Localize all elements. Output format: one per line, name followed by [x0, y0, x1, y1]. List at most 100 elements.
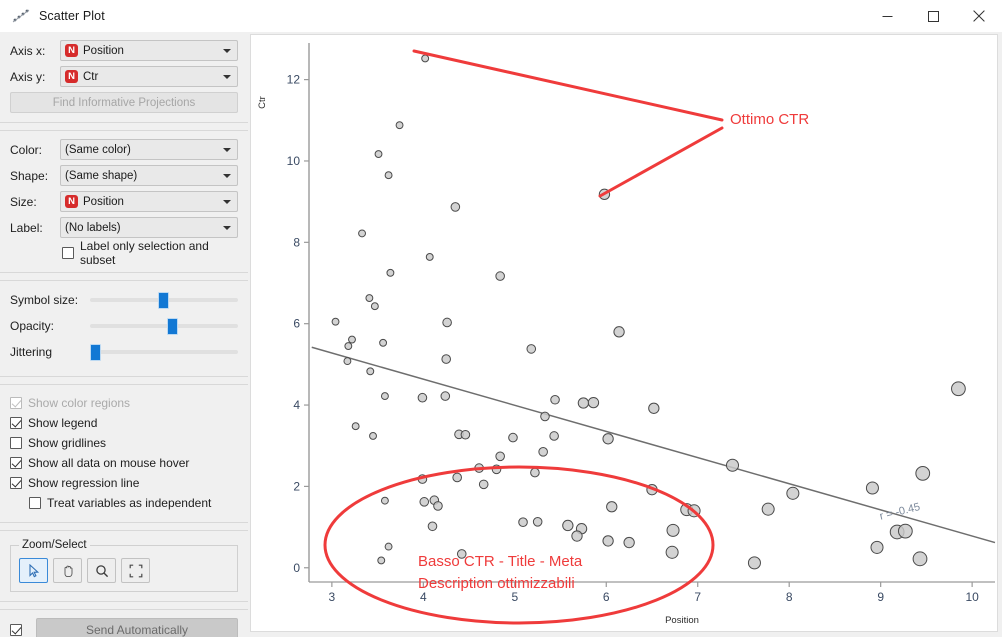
- label-only-selection-row[interactable]: Label only selection and subset: [10, 239, 238, 267]
- slider-knob[interactable]: [166, 318, 178, 335]
- data-point[interactable]: [602, 433, 614, 445]
- select-tool-button[interactable]: [19, 558, 48, 583]
- show-all-data-checkbox[interactable]: [10, 456, 22, 469]
- data-point[interactable]: [384, 542, 393, 551]
- close-button[interactable]: [956, 0, 1002, 32]
- treat-variables-independent-checkbox[interactable]: [29, 496, 41, 509]
- data-point[interactable]: [395, 121, 404, 130]
- data-point[interactable]: [377, 556, 386, 565]
- data-point[interactable]: [549, 431, 559, 441]
- data-point[interactable]: [369, 432, 377, 440]
- data-point[interactable]: [865, 481, 879, 495]
- data-point[interactable]: [562, 519, 574, 532]
- data-point[interactable]: [478, 479, 489, 490]
- data-point[interactable]: [606, 501, 618, 513]
- data-point[interactable]: [665, 545, 679, 559]
- option-treat-variables-as-independent[interactable]: Treat variables as independent: [10, 493, 238, 512]
- data-point[interactable]: [538, 447, 548, 457]
- data-point[interactable]: [366, 367, 375, 376]
- data-point[interactable]: [912, 551, 928, 567]
- data-point[interactable]: [587, 396, 600, 409]
- pan-tool-button[interactable]: [53, 558, 82, 583]
- color-combo[interactable]: (Same color): [60, 139, 238, 160]
- data-point[interactable]: [747, 556, 761, 570]
- data-point[interactable]: [602, 535, 614, 547]
- option-show-gridlines[interactable]: Show gridlines: [10, 433, 238, 452]
- zoom-tool-button[interactable]: [87, 558, 116, 583]
- data-point[interactable]: [725, 458, 740, 472]
- data-point[interactable]: [380, 392, 389, 401]
- label-combo[interactable]: (No labels): [60, 217, 238, 238]
- data-point[interactable]: [532, 516, 543, 527]
- data-point[interactable]: [433, 501, 443, 511]
- data-point[interactable]: [870, 540, 884, 554]
- data-point[interactable]: [530, 467, 540, 478]
- minimize-button[interactable]: [864, 0, 910, 32]
- data-point[interactable]: [648, 402, 660, 414]
- data-point[interactable]: [450, 202, 461, 212]
- data-point[interactable]: [425, 253, 434, 261]
- data-point[interactable]: [344, 342, 353, 351]
- data-point[interactable]: [915, 466, 931, 481]
- show-legend-checkbox[interactable]: [10, 416, 22, 429]
- scatter-plot-canvas[interactable]: 0 2 4 6 8 10 12 3 4 5 6 7 8 9 10 Position Ctr r = -0.45 Ot…: [250, 34, 998, 632]
- data-point[interactable]: [460, 429, 471, 440]
- data-point[interactable]: [365, 294, 374, 302]
- size-combo[interactable]: N Position: [60, 191, 238, 212]
- show-regression-line-checkbox[interactable]: [10, 476, 22, 489]
- data-point[interactable]: [419, 497, 430, 507]
- data-point[interactable]: [348, 335, 356, 344]
- option-show-all-data-on-mouse-hover[interactable]: Show all data on mouse hover: [10, 453, 238, 472]
- axis-y-combo[interactable]: N Ctr: [60, 66, 238, 87]
- data-point[interactable]: [417, 392, 428, 403]
- data-point[interactable]: [440, 391, 451, 401]
- data-point[interactable]: [508, 432, 518, 443]
- data-point[interactable]: [623, 536, 635, 549]
- data-point[interactable]: [666, 523, 680, 537]
- data-point[interactable]: [331, 317, 340, 326]
- data-point[interactable]: [379, 338, 388, 347]
- data-point[interactable]: [518, 517, 528, 528]
- data-point[interactable]: [374, 150, 383, 158]
- data-point[interactable]: [571, 530, 583, 542]
- data-point[interactable]: [442, 317, 452, 328]
- symbol-size-slider[interactable]: [90, 290, 238, 310]
- reset-zoom-tool-button[interactable]: [121, 558, 150, 583]
- data-point[interactable]: [427, 521, 438, 532]
- data-point[interactable]: [386, 268, 395, 277]
- data-point[interactable]: [495, 271, 505, 281]
- data-point[interactable]: [380, 496, 389, 505]
- data-point[interactable]: [495, 451, 505, 462]
- option-show-color-regions[interactable]: Show color regions: [10, 393, 238, 412]
- send-automatically-button[interactable]: Send Automatically: [36, 618, 238, 637]
- maximize-button[interactable]: [910, 0, 956, 32]
- show-color-regions-checkbox[interactable]: [10, 396, 22, 409]
- data-point[interactable]: [384, 171, 393, 180]
- jittering-slider[interactable]: [90, 342, 238, 362]
- send-automatically-checkbox[interactable]: [10, 624, 22, 636]
- data-point[interactable]: [550, 394, 560, 405]
- show-gridlines-checkbox[interactable]: [10, 436, 22, 449]
- find-informative-projections-button[interactable]: Find Informative Projections: [10, 92, 238, 113]
- data-point[interactable]: [761, 502, 775, 516]
- slider-knob[interactable]: [158, 292, 170, 309]
- data-point[interactable]: [452, 472, 462, 483]
- shape-combo[interactable]: (Same shape): [60, 165, 238, 186]
- data-point[interactable]: [370, 302, 379, 311]
- data-point[interactable]: [343, 357, 352, 366]
- label-only-selection-checkbox[interactable]: [62, 246, 74, 259]
- opacity-slider[interactable]: [90, 316, 238, 336]
- axis-x-combo[interactable]: N Position: [60, 40, 238, 61]
- data-point[interactable]: [421, 54, 430, 63]
- option-show-regression-line[interactable]: Show regression line: [10, 473, 238, 492]
- data-point[interactable]: [540, 411, 550, 422]
- data-point[interactable]: [526, 344, 537, 354]
- data-point[interactable]: [577, 397, 590, 409]
- data-point[interactable]: [351, 422, 360, 431]
- data-point[interactable]: [358, 229, 366, 238]
- data-point[interactable]: [441, 354, 451, 364]
- option-show-legend[interactable]: Show legend: [10, 413, 238, 432]
- data-point[interactable]: [613, 326, 625, 338]
- data-point[interactable]: [786, 486, 800, 500]
- slider-knob[interactable]: [90, 344, 101, 361]
